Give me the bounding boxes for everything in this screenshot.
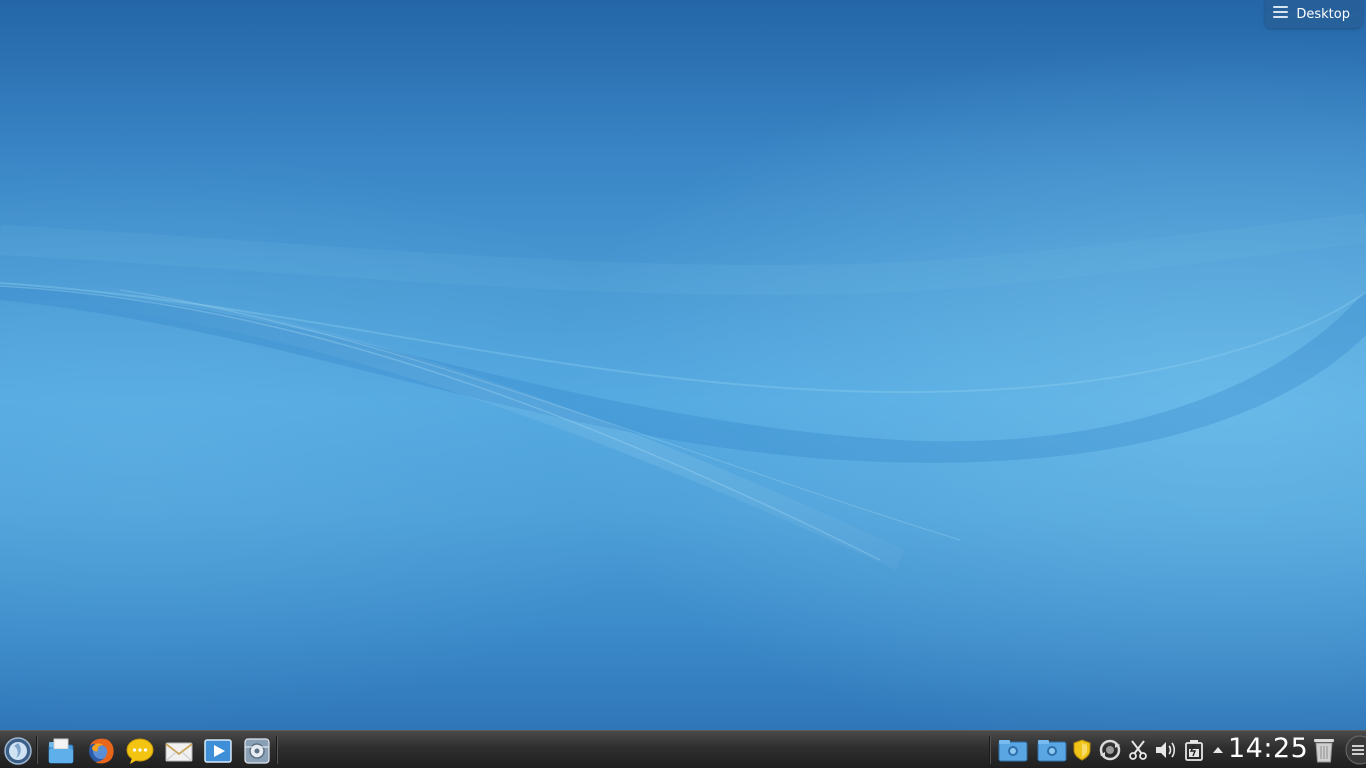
panel-separator [989,736,991,764]
menu-icon [1273,6,1289,18]
trash-icon[interactable] [1310,734,1338,766]
desktop-toolbox-button[interactable]: Desktop [1265,0,1362,28]
desktop-background[interactable]: Desktop [0,0,1366,730]
application-launcher-icon[interactable] [2,735,34,767]
update-icon[interactable] [1097,737,1123,763]
media-player-icon[interactable] [202,735,234,767]
wallpaper-waves [0,0,1366,730]
shield-icon[interactable] [1071,737,1093,763]
camera-folder-icon[interactable] [1036,737,1068,763]
file-manager-icon[interactable] [45,735,77,767]
battery-icon[interactable] [1182,737,1206,763]
panel-toolbox-icon[interactable] [1344,734,1366,766]
panel-separator [276,736,278,764]
expand-tray-arrow-icon[interactable] [1210,737,1226,763]
panel-separator [36,736,38,764]
mail-icon[interactable] [163,735,195,767]
scissors-icon[interactable] [1127,737,1149,763]
clock[interactable]: 14:25 [1228,731,1308,767]
desktop-toolbox-label: Desktop [1296,6,1350,22]
chat-icon[interactable] [124,735,156,767]
firefox-icon[interactable] [85,735,117,767]
camera-folder-icon[interactable] [997,737,1029,763]
system-settings-icon[interactable] [241,735,273,767]
volume-icon[interactable] [1153,737,1179,763]
